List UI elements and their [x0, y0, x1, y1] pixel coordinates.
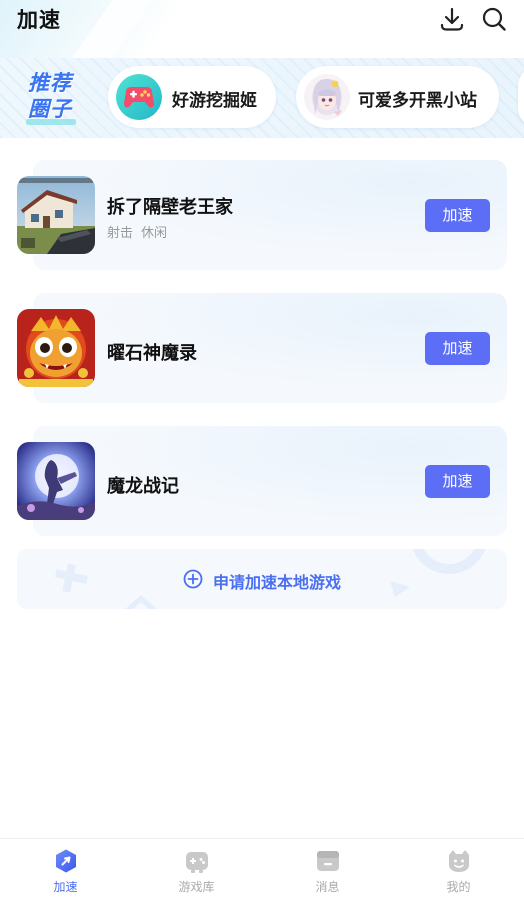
game-card[interactable]: 曜石神魔录 加速 [17, 293, 507, 403]
gamepad-icon [186, 852, 208, 873]
game-thumbnail [17, 442, 95, 520]
nav-tab-messages[interactable]: 消息 [262, 839, 393, 898]
message-icon [317, 851, 339, 871]
recommend-circles-logo: 推荐 圈子 [26, 67, 88, 127]
game-card[interactable]: 魔龙战记 加速 [17, 426, 507, 536]
decorative-triangle-shape [390, 581, 410, 597]
game-title: 拆了隔壁老王家 [107, 197, 233, 218]
game-card[interactable]: 拆了隔壁老王家 射击 休闲 加速 [17, 160, 507, 270]
accelerate-button[interactable]: 加速 [425, 199, 490, 232]
nav-tab-profile[interactable]: 我的 [393, 839, 524, 898]
gamepad-avatar [116, 74, 162, 120]
decorative-plus-shape [54, 563, 88, 593]
page-title: 加速 [17, 8, 61, 32]
recommend-circles-bar: 推荐 圈子 好游挖掘姬 可爱多开黑小站 [0, 58, 524, 138]
accelerate-page: 加速 推荐 圈子 好游挖掘姬 可爱多开黑小站 拆了隔壁老王家 射击 休闲 加速 … [0, 0, 524, 898]
game-tag: 射击 [107, 226, 134, 241]
logo-line-2: 圈子 [28, 97, 72, 121]
accelerate-button[interactable]: 加速 [425, 465, 490, 498]
game-title: 曜石神魔录 [107, 343, 197, 364]
search-icon[interactable] [481, 6, 507, 32]
header: 加速 [0, 0, 524, 44]
circle-chip-label: 好游挖掘姬 [172, 91, 257, 111]
game-thumbnail [17, 176, 95, 254]
nav-label: 游戏库 [178, 880, 215, 894]
game-thumbnail [17, 309, 95, 387]
apply-local-game-button[interactable]: 申请加速本地游戏 [17, 549, 507, 609]
game-title: 魔龙战记 [107, 476, 179, 497]
game-tag: 休闲 [141, 226, 168, 241]
circle-chip-haoyou[interactable]: 好游挖掘姬 [108, 66, 276, 128]
download-icon[interactable] [439, 6, 465, 32]
accelerate-icon [56, 849, 76, 873]
decorative-chevron-shape [125, 595, 157, 609]
bottom-navigation: 加速 游戏库 消息 我的 [0, 838, 524, 898]
plus-circle-icon [183, 569, 203, 589]
circle-chip-partial[interactable] [518, 66, 524, 128]
circle-chip-keaiduo[interactable]: 可爱多开黑小站 [296, 66, 499, 128]
circle-chip-label: 可爱多开黑小站 [358, 91, 477, 111]
profile-icon [449, 850, 469, 872]
logo-line-1: 推荐 [28, 71, 72, 95]
nav-label: 加速 [53, 880, 78, 894]
nav-tab-accelerate[interactable]: 加速 [0, 839, 131, 898]
nav-label: 我的 [446, 880, 471, 894]
nav-label: 消息 [315, 880, 340, 894]
game-tags: 射击 休闲 [107, 222, 175, 241]
anime-girl-avatar [304, 74, 350, 120]
accelerate-button[interactable]: 加速 [425, 332, 490, 365]
decorative-arc-shape [412, 549, 486, 574]
nav-tab-game-library[interactable]: 游戏库 [131, 839, 262, 898]
apply-local-game-label: 申请加速本地游戏 [213, 573, 342, 592]
